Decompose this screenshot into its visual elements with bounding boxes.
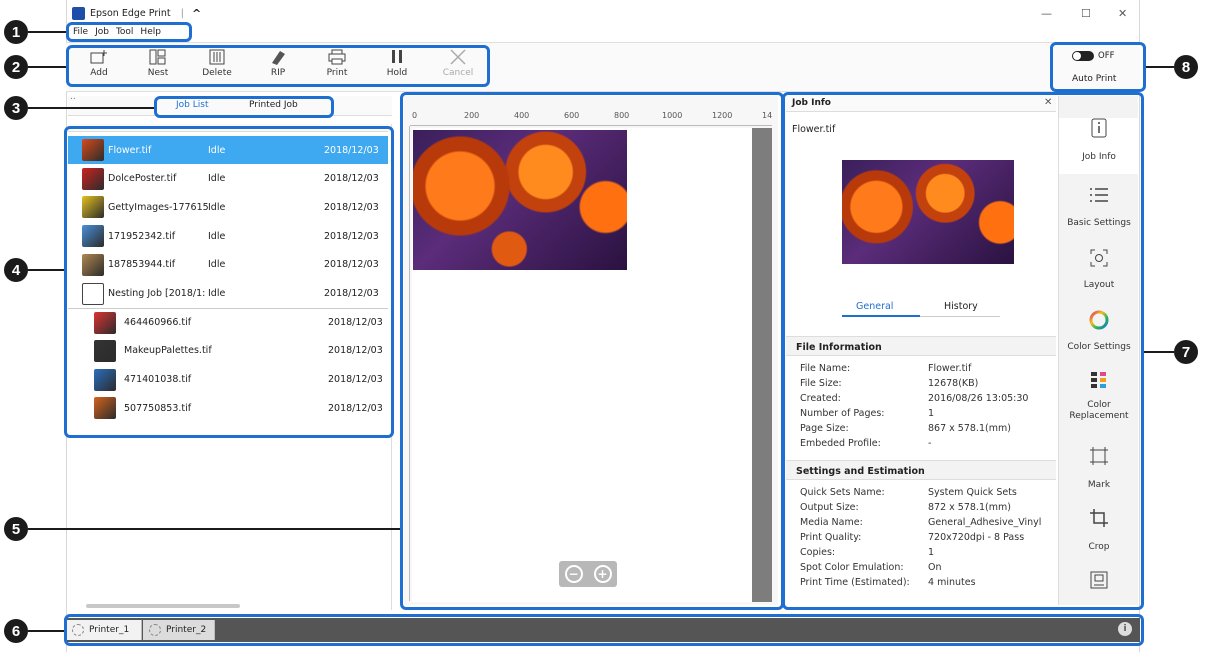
collapse-handle[interactable]: .. <box>70 92 76 102</box>
highlight-preview <box>400 92 784 610</box>
callout-line <box>1144 351 1174 353</box>
callout-3: 3 <box>4 96 28 120</box>
highlight-menu <box>66 22 192 42</box>
callout-line <box>28 107 154 109</box>
menu-bar: File Job Tool Help <box>66 24 1140 40</box>
callout-line <box>28 66 66 68</box>
highlight-job-tabs <box>154 96 334 118</box>
callout-4: 4 <box>4 258 28 282</box>
callout-8: 8 <box>1174 55 1198 79</box>
callout-line <box>28 528 400 530</box>
callout-1: 1 <box>4 20 28 44</box>
callout-line <box>28 31 66 33</box>
maximize-button[interactable]: ☐ <box>1081 7 1091 20</box>
highlight-auto-print <box>1050 42 1146 92</box>
callout-2: 2 <box>4 55 28 79</box>
highlight-status-bar <box>64 614 1144 646</box>
horizontal-scrollbar[interactable] <box>86 604 240 608</box>
callout-line <box>28 630 64 632</box>
callout-7: 7 <box>1174 340 1198 364</box>
minimize-button[interactable]: — <box>1041 7 1052 20</box>
callout-line <box>1146 66 1174 68</box>
collapse-ribbon-icon[interactable]: ^ <box>192 7 201 20</box>
app-title: Epson Edge Print <box>90 7 171 19</box>
callout-6: 6 <box>4 619 28 643</box>
app-logo-icon <box>72 6 85 20</box>
highlight-toolbar <box>66 45 490 87</box>
callout-line <box>28 269 64 271</box>
title-divider: | <box>180 7 184 19</box>
close-window-button[interactable]: ✕ <box>1118 7 1127 20</box>
highlight-job-info <box>782 92 1144 610</box>
title-bar: Epson Edge Print | ^ — ☐ ✕ <box>66 0 1140 26</box>
callout-5: 5 <box>4 517 28 541</box>
highlight-job-list <box>64 126 394 438</box>
